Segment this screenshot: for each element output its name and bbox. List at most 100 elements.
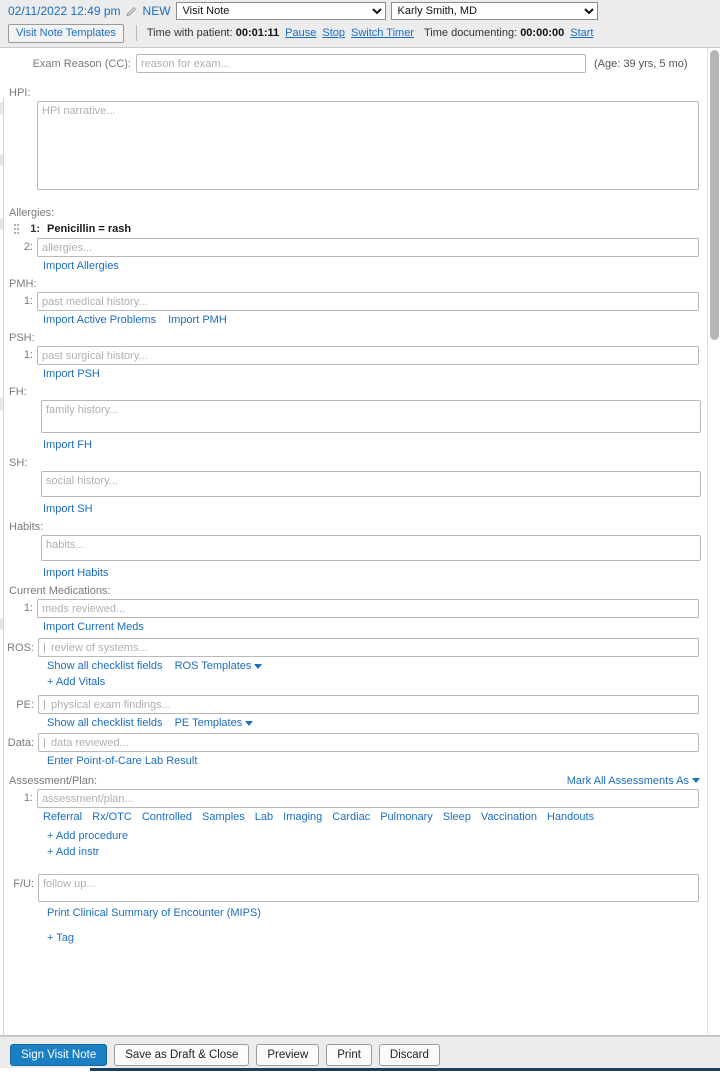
current-medications-row: 1: — [5, 599, 708, 618]
pmh-row: 1: — [5, 292, 708, 311]
import-current-meds-link[interactable]: Import Current Meds — [43, 621, 144, 633]
pe-show-all-checklist-link[interactable]: Show all checklist fields — [47, 717, 163, 729]
order-link-sleep[interactable]: Sleep — [443, 811, 471, 823]
ros-label: ROS: — [7, 642, 34, 654]
import-fh-link[interactable]: Import FH — [43, 439, 92, 451]
add-tag-row: + Tag — [5, 922, 708, 947]
order-link-samples[interactable]: Samples — [202, 811, 245, 823]
import-sh-link[interactable]: Import SH — [43, 503, 93, 515]
switch-timer-link[interactable]: Switch Timer — [351, 27, 414, 39]
mark-all-assessments-dropdown[interactable]: Mark All Assessments As — [567, 775, 708, 787]
chevron-down-icon — [245, 720, 254, 726]
ros-templates-dropdown[interactable]: ROS Templates — [175, 660, 263, 672]
exam-reason-row: Exam Reason (CC): (Age: 39 yrs, 5 mo) — [5, 48, 708, 73]
header-divider — [135, 25, 137, 41]
preview-button[interactable]: Preview — [256, 1043, 320, 1066]
psh-number: 1: — [23, 349, 33, 361]
pmh-number: 1: — [23, 295, 33, 307]
clinical-summary-row: Print Clinical Summary of Encounter (MIP… — [5, 902, 708, 922]
add-vitals-row: + Add Vitals — [5, 675, 708, 691]
order-link-controlled[interactable]: Controlled — [142, 811, 192, 823]
add-vitals-link[interactable]: + Add Vitals — [47, 676, 105, 688]
data-label: Data: — [7, 737, 34, 749]
current-medications-input[interactable] — [37, 599, 699, 618]
pmh-input[interactable] — [37, 292, 699, 311]
allergy-1-text: Penicillin = rash — [47, 223, 132, 235]
print-clinical-summary-link[interactable]: Print Clinical Summary of Encounter (MIP… — [47, 907, 261, 919]
import-pmh-link[interactable]: Import PMH — [168, 314, 227, 326]
psh-label: PSH: — [9, 332, 35, 344]
import-active-problems-link[interactable]: Import Active Problems — [43, 314, 156, 326]
current-medications-label: Current Medications: — [9, 585, 111, 597]
window-bottom-edge — [0, 1068, 720, 1072]
pmh-label: PMH: — [9, 278, 37, 290]
pe-templates-dropdown[interactable]: PE Templates — [175, 717, 254, 729]
provider-select[interactable]: Karly Smith, MD — [390, 2, 598, 20]
order-link-handouts[interactable]: Handouts — [547, 811, 594, 823]
stop-timer-link[interactable]: Stop — [322, 27, 345, 39]
vertical-scrollbar[interactable] — [707, 48, 720, 1035]
order-link-rx-otc[interactable]: Rx/OTC — [92, 811, 132, 823]
habits-actions: Import Habits — [5, 564, 708, 582]
order-link-lab[interactable]: Lab — [255, 811, 273, 823]
sh-label: SH: — [9, 457, 28, 469]
scrollbar-thumb[interactable] — [710, 50, 719, 340]
import-psh-link[interactable]: Import PSH — [43, 368, 100, 380]
habits-textarea[interactable] — [41, 535, 701, 561]
pencil-icon[interactable] — [125, 6, 137, 17]
order-link-referral[interactable]: Referral — [43, 811, 82, 823]
ros-actions: Show all checklist fields ROS Templates — [5, 657, 708, 675]
discard-button[interactable]: Discard — [378, 1043, 440, 1066]
time-with-patient-value: 00:01:11 — [235, 27, 280, 39]
note-datetime: 02/11/2022 12:49 pm — [8, 4, 121, 18]
drag-handle-icon[interactable] — [13, 223, 22, 235]
followup-textarea[interactable] — [38, 874, 699, 902]
start-timer-link[interactable]: Start — [570, 27, 593, 39]
fh-textarea[interactable] — [41, 400, 701, 433]
visit-note-templates-button[interactable]: Visit Note Templates — [8, 23, 124, 43]
order-link-pulmonary[interactable]: Pulmonary — [380, 811, 433, 823]
data-input[interactable] — [38, 733, 699, 752]
add-instr-link[interactable]: + Add instr — [47, 846, 99, 858]
allergies-label: Allergies: — [9, 207, 55, 219]
assessment-plan-input[interactable] — [37, 789, 699, 808]
ros-row: ROS: — [5, 636, 708, 657]
time-with-patient-label: Time with patient: — [146, 27, 233, 39]
note-form: Exam Reason (CC): (Age: 39 yrs, 5 mo) HP… — [5, 48, 708, 947]
pe-label: PE: — [16, 699, 34, 711]
sign-visit-note-button[interactable]: Sign Visit Note — [10, 1043, 108, 1066]
note-header: 02/11/2022 12:49 pm NEW Visit Note Karly… — [0, 0, 720, 48]
import-habits-link[interactable]: Import Habits — [43, 567, 108, 579]
psh-row: 1: — [5, 346, 708, 365]
assessment-input-row: 1: — [5, 789, 708, 808]
order-link-imaging[interactable]: Imaging — [283, 811, 322, 823]
note-type-select[interactable]: Visit Note — [175, 2, 386, 20]
fh-actions: Import FH — [5, 436, 708, 454]
data-actions: Enter Point-of-Care Lab Result — [5, 752, 708, 770]
allergies-actions: Import Allergies — [5, 257, 708, 275]
import-allergies-link[interactable]: Import Allergies — [43, 260, 119, 272]
print-button[interactable]: Print — [326, 1043, 372, 1066]
time-documenting: Time documenting: 00:00:00 — [424, 27, 564, 39]
visit-note-window: 02/11/2022 12:49 pm NEW Visit Note Karly… — [0, 0, 720, 1072]
note-body: Exam Reason (CC): (Age: 39 yrs, 5 mo) HP… — [0, 48, 720, 1036]
pause-timer-link[interactable]: Pause — [285, 27, 316, 39]
allergies-input[interactable] — [37, 238, 699, 257]
habits-label: Habits: — [9, 521, 44, 533]
psh-input[interactable] — [37, 346, 699, 365]
ros-input[interactable] — [38, 638, 699, 657]
ros-show-all-checklist-link[interactable]: Show all checklist fields — [47, 660, 163, 672]
pe-input[interactable] — [38, 695, 699, 714]
exam-reason-input[interactable] — [136, 54, 586, 73]
order-link-cardiac[interactable]: Cardiac — [332, 811, 370, 823]
time-documenting-label: Time documenting: — [423, 27, 518, 39]
add-tag-link[interactable]: + Tag — [47, 932, 74, 944]
save-as-draft-close-button[interactable]: Save as Draft & Close — [114, 1043, 250, 1066]
hpi-textarea[interactable] — [37, 101, 699, 190]
sh-textarea[interactable] — [41, 471, 701, 497]
order-link-vaccination[interactable]: Vaccination — [481, 811, 537, 823]
add-procedure-link[interactable]: + Add procedure — [47, 830, 128, 842]
enter-poc-lab-result-link[interactable]: Enter Point-of-Care Lab Result — [47, 755, 197, 767]
assessment-plan-label: Assessment/Plan: — [9, 775, 98, 787]
allergy-row-1[interactable]: 1: Penicillin = rash — [5, 221, 708, 238]
